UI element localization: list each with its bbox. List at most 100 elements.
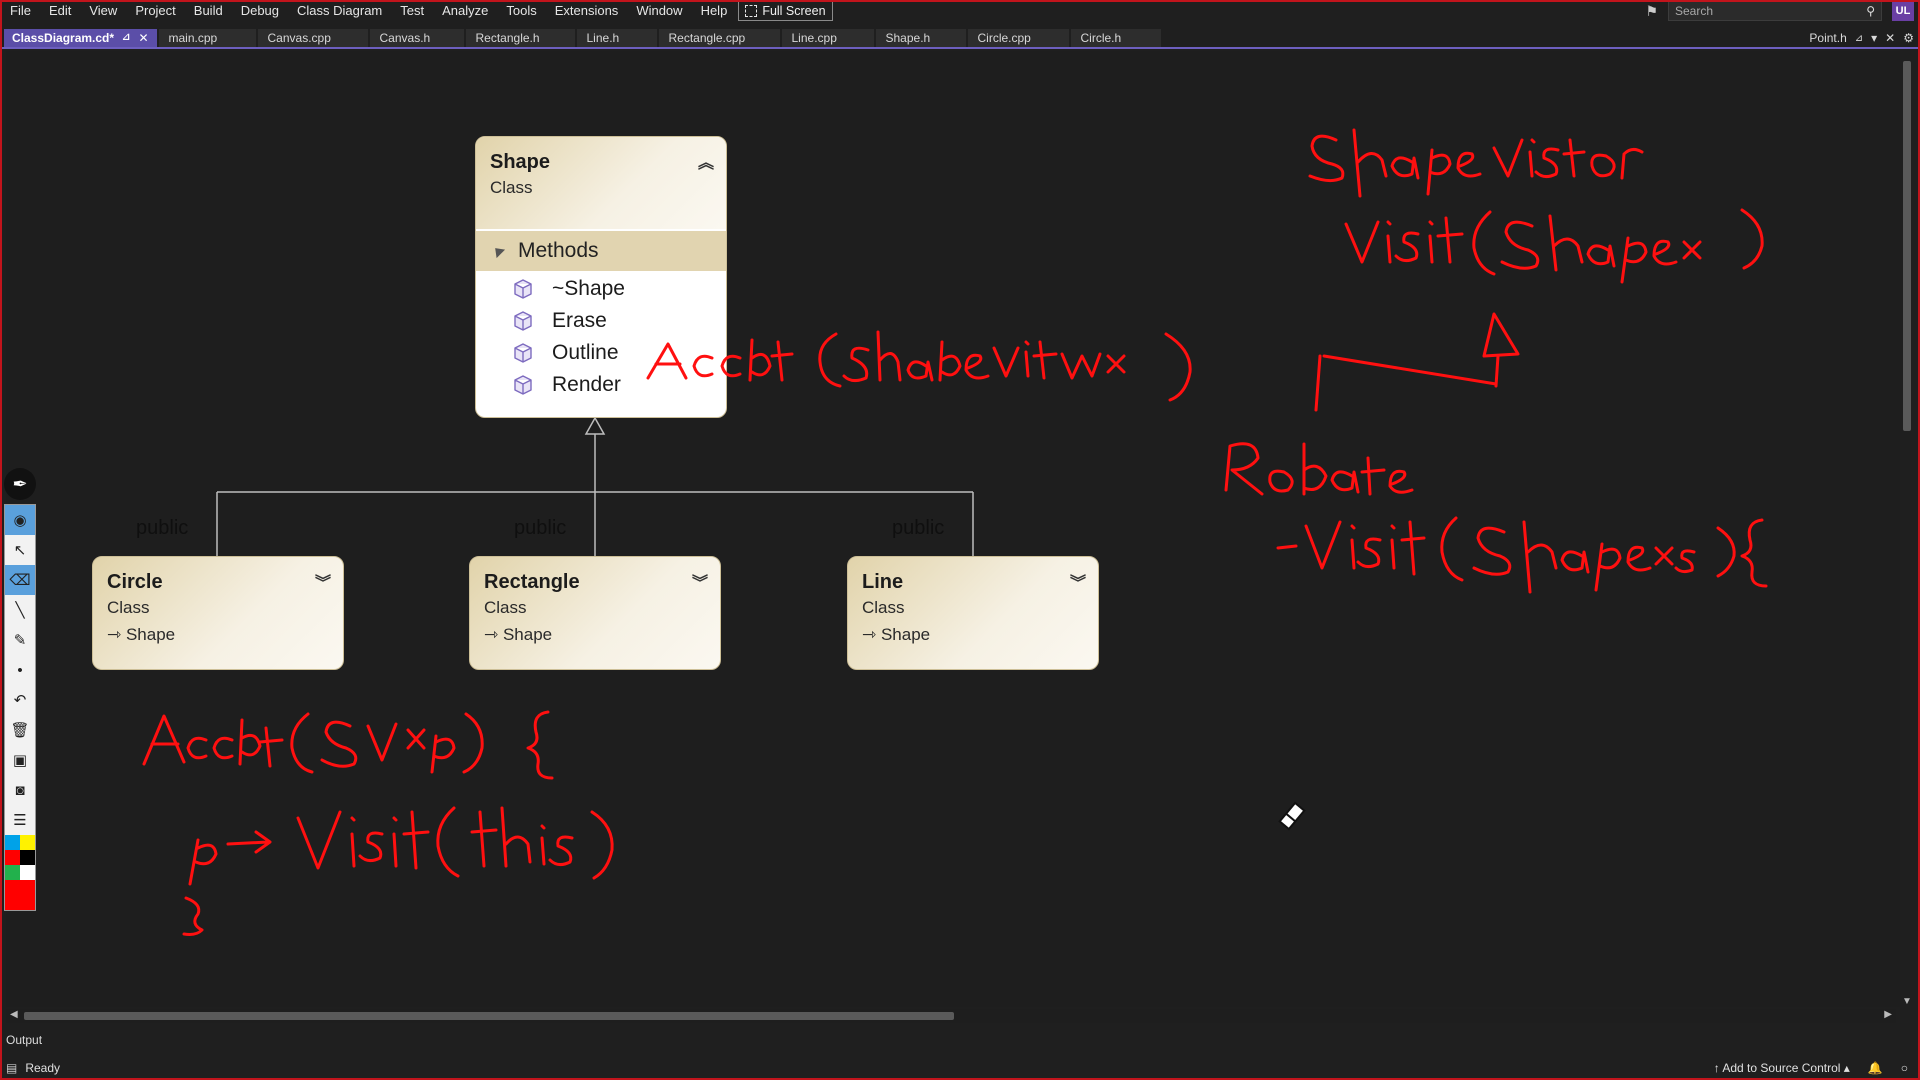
tab-rectangle-h[interactable]: Rectangle.h <box>465 29 575 47</box>
method-cube-icon <box>514 279 532 299</box>
undo-icon[interactable]: ↶ <box>5 685 35 715</box>
expand-icon[interactable]: ︾ <box>315 569 331 593</box>
board-icon[interactable]: ▣ <box>5 745 35 775</box>
close-tab-icon[interactable]: ✕ <box>138 29 148 47</box>
vertical-scroll-thumb[interactable] <box>1903 61 1911 431</box>
pin-icon[interactable]: ⊿ <box>122 29 130 47</box>
status-right-area: ↑ Add to Source Control ▴ 🔔 ○ <box>1714 1056 1908 1080</box>
feedback-icon[interactable]: ⚑ <box>1645 3 1658 20</box>
color-swatch[interactable] <box>5 850 20 865</box>
menu-build[interactable]: Build <box>185 0 232 22</box>
scroll-down-icon[interactable]: ▼ <box>1902 996 1912 1007</box>
method-item[interactable]: Outline <box>512 341 619 365</box>
tab-canvas-h[interactable]: Canvas.h <box>369 29 464 47</box>
search-input[interactable]: Search ⚲ <box>1668 1 1882 21</box>
copilot-icon[interactable]: ○ <box>1901 1061 1908 1075</box>
menu-edit[interactable]: Edit <box>40 0 80 22</box>
class-line[interactable]: Line Class ⇾ Shape ︾ <box>847 556 1099 670</box>
color-swatch[interactable] <box>20 865 35 880</box>
tab-rectangle-cpp[interactable]: Rectangle.cpp <box>658 29 780 47</box>
tab-classdiagram[interactable]: ClassDiagram.cd* ⊿ ✕ <box>4 29 157 47</box>
collapse-icon[interactable]: ︽ <box>698 149 714 173</box>
base-class-ref: ⇾ Shape <box>107 625 175 645</box>
camera-icon[interactable]: ◙ <box>5 775 35 805</box>
tab-line-cpp[interactable]: Line.cpp <box>781 29 874 47</box>
class-circle[interactable]: Circle Class ⇾ Shape ︾ <box>92 556 344 670</box>
eraser-icon[interactable]: ⌫ <box>5 565 35 595</box>
status-bar: ▤ Ready ↑ Add to Source Control ▴ 🔔 ○ <box>0 1056 1920 1080</box>
output-panel-tab[interactable]: Output <box>0 1029 1920 1051</box>
pin-icon[interactable]: ⊿ <box>1855 33 1863 44</box>
scroll-left-icon[interactable]: ◀ <box>10 1009 18 1020</box>
class-shape-header: Shape Class ︽ <box>476 137 726 229</box>
menu-extensions[interactable]: Extensions <box>546 0 628 22</box>
method-cube-icon <box>514 343 532 363</box>
pointer-icon[interactable]: ↖ <box>5 535 35 565</box>
active-color-swatch[interactable] <box>5 880 35 910</box>
menu-window[interactable]: Window <box>627 0 691 22</box>
menu-help[interactable]: Help <box>692 0 737 22</box>
tab-canvas-cpp[interactable]: Canvas.cpp <box>257 29 368 47</box>
pen-icon[interactable]: ✒ <box>4 468 36 500</box>
menu-debug[interactable]: Debug <box>232 0 288 22</box>
class-diagram-canvas[interactable]: public public public Shape Class ︽ Metho… <box>6 51 1900 1007</box>
highlighter-icon[interactable]: ✎ <box>5 625 35 655</box>
trash-icon[interactable]: 🗑 <box>5 715 35 745</box>
tab-circle-h[interactable]: Circle.h <box>1070 29 1161 47</box>
menu-file[interactable]: File <box>0 0 40 22</box>
clipboard-icon[interactable]: ☰ <box>5 805 35 835</box>
expand-icon[interactable]: ︾ <box>1070 569 1086 593</box>
line-icon[interactable]: ╲ <box>5 595 35 625</box>
method-name: Erase <box>552 309 607 332</box>
vertical-scrollbar[interactable]: ▼ <box>1900 51 1914 1007</box>
class-kind: Class <box>862 598 905 617</box>
method-item[interactable]: ~Shape <box>512 277 625 301</box>
tab-circle-cpp[interactable]: Circle.cpp <box>967 29 1069 47</box>
inheritance-label-line: public <box>892 517 945 539</box>
class-name: Shape <box>490 151 551 173</box>
method-item[interactable]: Render <box>512 373 621 397</box>
menu-test[interactable]: Test <box>391 0 433 22</box>
tab-overflow-icon[interactable]: ▾ <box>1871 31 1877 45</box>
base-class-name: Shape <box>502 625 553 644</box>
notifications-icon[interactable]: 🔔 <box>1868 1061 1883 1075</box>
class-shape[interactable]: Shape Class ︽ Methods ~Shape Erase Outli… <box>475 136 727 418</box>
method-item[interactable]: Erase <box>512 309 607 333</box>
tab-right-area: Point.h ⊿ ▾ ✕ ⚙ <box>1809 29 1914 47</box>
dot-icon[interactable]: • <box>5 655 35 685</box>
color-swatch[interactable] <box>20 835 35 850</box>
tab-shape-h[interactable]: Shape.h <box>875 29 966 47</box>
menu-view[interactable]: View <box>80 0 126 22</box>
base-class-name: Shape <box>125 625 176 644</box>
class-rectangle[interactable]: Rectangle Class ⇾ Shape ︾ <box>469 556 721 670</box>
class-kind: Class <box>484 598 527 617</box>
inheritance-arrow-icon: ⇾ <box>107 625 126 644</box>
scroll-right-icon[interactable]: ▶ <box>1884 1009 1892 1020</box>
expand-icon[interactable]: ︾ <box>692 569 708 593</box>
inheritance-arrow-icon: ⇾ <box>862 625 881 644</box>
color-swatch[interactable] <box>5 835 20 850</box>
horizontal-scrollbar[interactable]: ◀ ▶ <box>6 1009 1896 1023</box>
horizontal-scroll-thumb[interactable] <box>24 1012 954 1020</box>
menu-class-diagram[interactable]: Class Diagram <box>288 0 391 22</box>
close-icon[interactable]: ✕ <box>1885 31 1895 45</box>
user-avatar[interactable]: UL <box>1892 1 1914 21</box>
gear-icon[interactable]: ⚙ <box>1903 31 1914 45</box>
eye-icon[interactable]: ◉ <box>5 505 35 535</box>
add-to-source-control-button[interactable]: ↑ Add to Source Control ▴ <box>1714 1061 1850 1075</box>
menu-tools[interactable]: Tools <box>497 0 545 22</box>
tab-line-h[interactable]: Line.h <box>576 29 657 47</box>
menu-analyze[interactable]: Analyze <box>433 0 497 22</box>
menu-project[interactable]: Project <box>126 0 184 22</box>
status-icon: ▤ <box>6 1061 18 1075</box>
tab-point-h[interactable]: Point.h <box>1809 31 1846 45</box>
color-swatches <box>5 835 35 880</box>
tab-main-cpp[interactable]: main.cpp <box>158 29 256 47</box>
full-screen-button[interactable]: Full Screen <box>738 1 833 21</box>
color-swatch[interactable] <box>5 865 20 880</box>
methods-section-header[interactable]: Methods <box>476 231 726 271</box>
expand-triangle-icon <box>490 243 506 259</box>
color-swatch[interactable] <box>20 850 35 865</box>
full-screen-icon <box>745 5 758 17</box>
method-cube-icon <box>514 311 532 331</box>
